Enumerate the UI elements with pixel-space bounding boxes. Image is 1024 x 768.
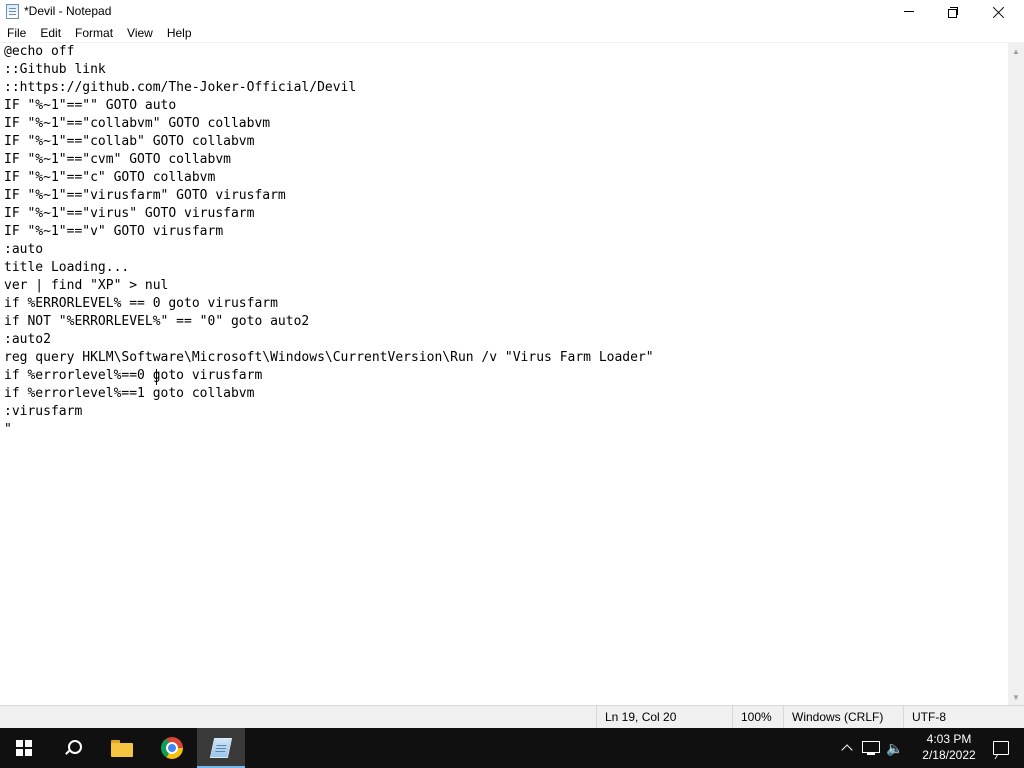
status-bar: Ln 19, Col 20 100% Windows (CRLF) UTF-8 — [0, 705, 1024, 728]
minimize-button[interactable] — [886, 0, 932, 23]
status-line-ending: Windows (CRLF) — [783, 706, 903, 728]
restore-icon — [948, 6, 958, 18]
window-title: *Devil - Notepad — [24, 4, 112, 18]
text-caret — [156, 369, 157, 385]
menu-file[interactable]: File — [0, 23, 33, 43]
chevron-up-icon — [841, 744, 853, 756]
menu-help[interactable]: Help — [160, 23, 199, 43]
notepad-taskbar-button[interactable] — [197, 728, 245, 768]
close-icon — [993, 6, 1005, 18]
search-icon — [64, 740, 82, 756]
network-icon — [862, 741, 880, 755]
network-button[interactable] — [860, 728, 882, 768]
volume-button[interactable]: 🔈 — [884, 728, 906, 768]
status-zoom: 100% — [732, 706, 783, 728]
status-encoding: UTF-8 — [903, 706, 1008, 728]
file-explorer-button[interactable] — [98, 728, 146, 768]
clock[interactable]: 4:03 PM 2/18/2022 — [910, 731, 988, 763]
clock-time: 4:03 PM — [926, 732, 972, 746]
volume-icon: 🔈 — [886, 739, 904, 756]
menu-edit[interactable]: Edit — [33, 23, 68, 43]
notepad-app-icon[interactable] — [6, 4, 19, 19]
vertical-scrollbar[interactable]: ▲ ▼ — [1008, 43, 1024, 705]
status-cursor-position: Ln 19, Col 20 — [596, 706, 732, 728]
chrome-icon — [161, 737, 183, 759]
clock-date: 2/18/2022 — [922, 748, 976, 762]
notepad-window: *Devil - Notepad File Edit Format View H… — [0, 0, 1024, 728]
menu-view[interactable]: View — [120, 23, 160, 43]
windows-start-icon — [16, 740, 32, 756]
menu-bar: File Edit Format View Help — [0, 23, 1024, 43]
file-explorer-icon — [111, 739, 133, 757]
scroll-down-arrow-icon[interactable]: ▼ — [1008, 689, 1024, 705]
editor-content[interactable]: @echo off ::Github link ::https://github… — [4, 43, 654, 439]
taskbar: 🔈 4:03 PM 2/18/2022 — [0, 728, 1024, 768]
notepad-icon — [209, 738, 233, 758]
text-editor[interactable]: @echo off ::Github link ::https://github… — [0, 43, 1008, 705]
chrome-button[interactable] — [148, 728, 196, 768]
restore-button[interactable] — [930, 0, 976, 23]
menu-format[interactable]: Format — [68, 23, 120, 43]
start-button[interactable] — [0, 728, 48, 768]
scroll-up-arrow-icon[interactable]: ▲ — [1008, 43, 1024, 59]
close-button[interactable] — [976, 0, 1022, 23]
minimize-icon — [904, 11, 914, 12]
show-hidden-icons-button[interactable] — [836, 728, 858, 768]
notifications-icon — [993, 741, 1009, 755]
title-bar[interactable]: *Devil - Notepad — [0, 0, 1024, 23]
search-button[interactable] — [48, 728, 96, 768]
action-center-button[interactable] — [978, 728, 1024, 768]
